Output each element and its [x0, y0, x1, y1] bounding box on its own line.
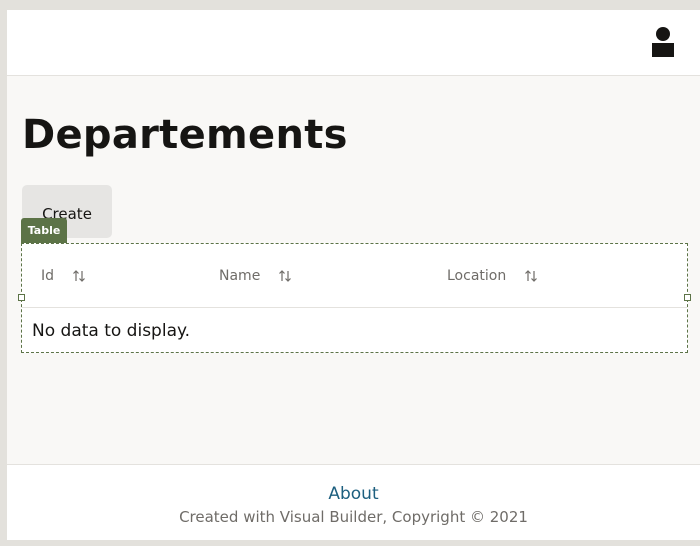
- app-footer: About Created with Visual Builder, Copyr…: [7, 464, 700, 540]
- sort-icon[interactable]: [278, 269, 292, 283]
- page-title: Departements: [22, 112, 348, 158]
- column-header-location[interactable]: Location: [447, 268, 538, 284]
- column-label-id: Id: [41, 268, 55, 284]
- column-header-name[interactable]: Name: [219, 268, 292, 284]
- column-label-name: Name: [219, 268, 261, 284]
- column-header-id[interactable]: Id: [41, 268, 86, 284]
- table-design-tag[interactable]: Table: [21, 218, 67, 243]
- sort-icon[interactable]: [72, 269, 86, 283]
- data-table[interactable]: Id Name Location No data to display.: [18, 243, 691, 353]
- empty-table-message: No data to display.: [32, 321, 191, 341]
- copyright-text: Created with Visual Builder, Copyright ©…: [179, 508, 528, 526]
- app-header: [7, 10, 700, 76]
- resize-handle-left[interactable]: [18, 294, 25, 301]
- table-header-divider: [22, 307, 687, 308]
- app-frame: Departements Create Table Id Name Locati…: [7, 10, 700, 540]
- column-label-location: Location: [447, 268, 507, 284]
- sort-icon[interactable]: [524, 269, 538, 283]
- about-link[interactable]: About: [7, 484, 700, 504]
- user-avatar-icon[interactable]: [651, 26, 675, 58]
- resize-handle-right[interactable]: [684, 294, 691, 301]
